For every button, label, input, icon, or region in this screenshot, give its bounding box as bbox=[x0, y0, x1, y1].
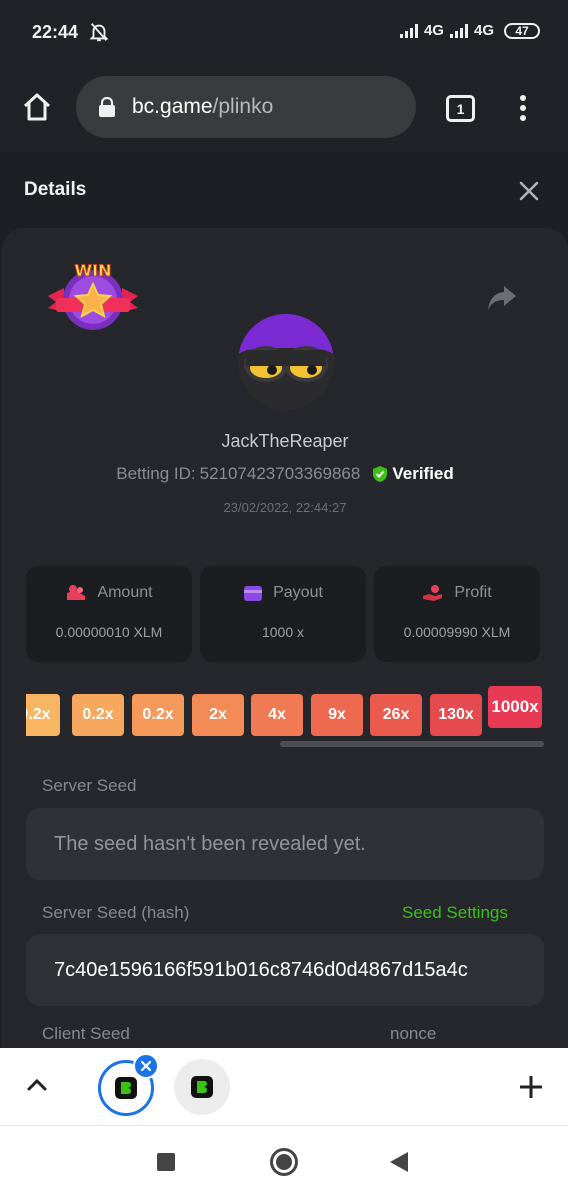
avatar bbox=[238, 314, 334, 410]
stat-value: 0.00000010 XLM bbox=[55, 624, 163, 640]
battery-icon: 47 bbox=[504, 22, 540, 39]
multiplier-slot: 2x bbox=[192, 694, 244, 736]
stat-head: Profit bbox=[374, 584, 540, 602]
shield-check-icon bbox=[373, 466, 388, 482]
wallet-icon bbox=[244, 586, 263, 601]
url-path: /plinko bbox=[212, 95, 274, 118]
server-hash-label: Server Seed (hash) bbox=[42, 903, 190, 922]
stats-row: Amount 0.00000010 XLM Payout 1000 x Prof… bbox=[26, 566, 540, 662]
url-text: bc.game/plinko bbox=[132, 95, 273, 119]
network-type-1: 4G bbox=[423, 22, 444, 39]
multiplier-slot: 0.2x bbox=[26, 694, 60, 736]
back-icon[interactable] bbox=[390, 1152, 408, 1172]
stat-head: Amount bbox=[26, 584, 192, 602]
details-title: Details bbox=[24, 179, 87, 200]
status-indicators: 4G 4G 47 bbox=[399, 22, 540, 39]
multiplier-slot: 0.2x bbox=[132, 694, 184, 736]
system-nav-bar bbox=[0, 1126, 568, 1200]
multiplier-slot: 9x bbox=[311, 694, 363, 736]
url-domain: bc.game bbox=[132, 95, 213, 118]
win-badge-icon: WIN bbox=[48, 261, 138, 330]
home-icon[interactable] bbox=[20, 90, 54, 124]
stat-head: Payout bbox=[200, 584, 366, 602]
username: JackTheReaper bbox=[221, 431, 349, 451]
multiplier-slot: 130x bbox=[430, 694, 482, 736]
tab-strip bbox=[0, 1048, 568, 1126]
address-bar[interactable]: bc.game/plinko bbox=[76, 76, 416, 138]
multiplier-slot: 26x bbox=[370, 694, 422, 736]
server-hash-field[interactable]: 7c40e1596166f591b016c8746d0d4867d15a4c bbox=[26, 934, 544, 1006]
betting-id-label: Betting ID: bbox=[116, 464, 196, 483]
details-header: Details bbox=[0, 152, 568, 228]
user-avatar-icon bbox=[238, 314, 334, 410]
browser-toolbar: bc.game/plinko 1 bbox=[0, 64, 568, 152]
lock-icon bbox=[99, 97, 115, 117]
stat-label: Profit bbox=[454, 584, 492, 601]
status-bar: 22:44 4G 4G 47 bbox=[0, 0, 568, 64]
tab-count: 1 bbox=[456, 100, 465, 117]
status-time: 22:44 bbox=[32, 22, 79, 42]
bcgame-favicon-icon bbox=[115, 1077, 137, 1099]
seed-settings-link[interactable]: Seed Settings bbox=[402, 903, 508, 923]
stat-profit: Profit 0.00009990 XLM bbox=[374, 566, 540, 662]
share-icon[interactable] bbox=[486, 284, 518, 312]
battery-level: 47 bbox=[515, 23, 529, 38]
multiplier-slot-hit: 1000x bbox=[488, 686, 542, 728]
tab-switcher-button[interactable]: 1 bbox=[446, 95, 475, 122]
stat-value: 0.00009990 XLM bbox=[403, 624, 511, 640]
server-seed-label: Server Seed bbox=[42, 776, 137, 795]
recents-icon[interactable] bbox=[157, 1153, 175, 1171]
betting-id[interactable]: 52107423703369868 bbox=[200, 464, 361, 484]
multiplier-strip[interactable]: 0.2x 0.2x 0.2x 2x 4x 9x 26x 130x 1000x bbox=[26, 682, 546, 746]
tab-bcgame[interactable] bbox=[174, 1059, 230, 1115]
home-nav-icon[interactable] bbox=[270, 1148, 298, 1176]
chevron-up-icon[interactable] bbox=[26, 1074, 48, 1096]
bet-details-card: WIN JackTheReaper Betting ID: 5210742370… bbox=[2, 228, 568, 1048]
stat-payout: Payout 1000 x bbox=[200, 566, 366, 662]
signal-icon bbox=[399, 23, 418, 38]
stat-label: Amount bbox=[97, 584, 153, 601]
bell-off-icon bbox=[89, 23, 109, 42]
bcgame-favicon-icon bbox=[191, 1076, 213, 1098]
multiplier-slot: 0.2x bbox=[72, 694, 124, 736]
verified-label: Verified bbox=[392, 464, 454, 483]
multiplier-slot: 4x bbox=[251, 694, 303, 736]
betting-id-row: Betting ID: 52107423703369868 Verified bbox=[2, 464, 568, 484]
nonce-label: nonce bbox=[390, 1024, 437, 1043]
stat-value: 1000 x bbox=[261, 624, 305, 640]
new-tab-icon[interactable] bbox=[518, 1074, 544, 1100]
close-tab-icon[interactable] bbox=[133, 1053, 159, 1079]
hand-coin-icon bbox=[423, 585, 443, 601]
multiplier-scrollbar[interactable] bbox=[280, 741, 544, 747]
network-type-2: 4G bbox=[473, 22, 494, 39]
server-seed-field: The seed hasn't been revealed yet. bbox=[26, 808, 544, 880]
verified-badge: Verified bbox=[372, 464, 454, 484]
bet-datetime: 23/02/2022, 22:44:27 bbox=[223, 500, 347, 515]
coins-icon bbox=[67, 585, 86, 600]
badge-text: WIN bbox=[75, 261, 112, 280]
stat-label: Payout bbox=[273, 584, 323, 601]
stat-amount: Amount 0.00000010 XLM bbox=[26, 566, 192, 662]
close-icon[interactable] bbox=[518, 180, 540, 202]
client-seed-label: Client Seed bbox=[42, 1024, 130, 1043]
signal-icon bbox=[449, 23, 468, 38]
more-menu-icon[interactable] bbox=[516, 95, 530, 123]
